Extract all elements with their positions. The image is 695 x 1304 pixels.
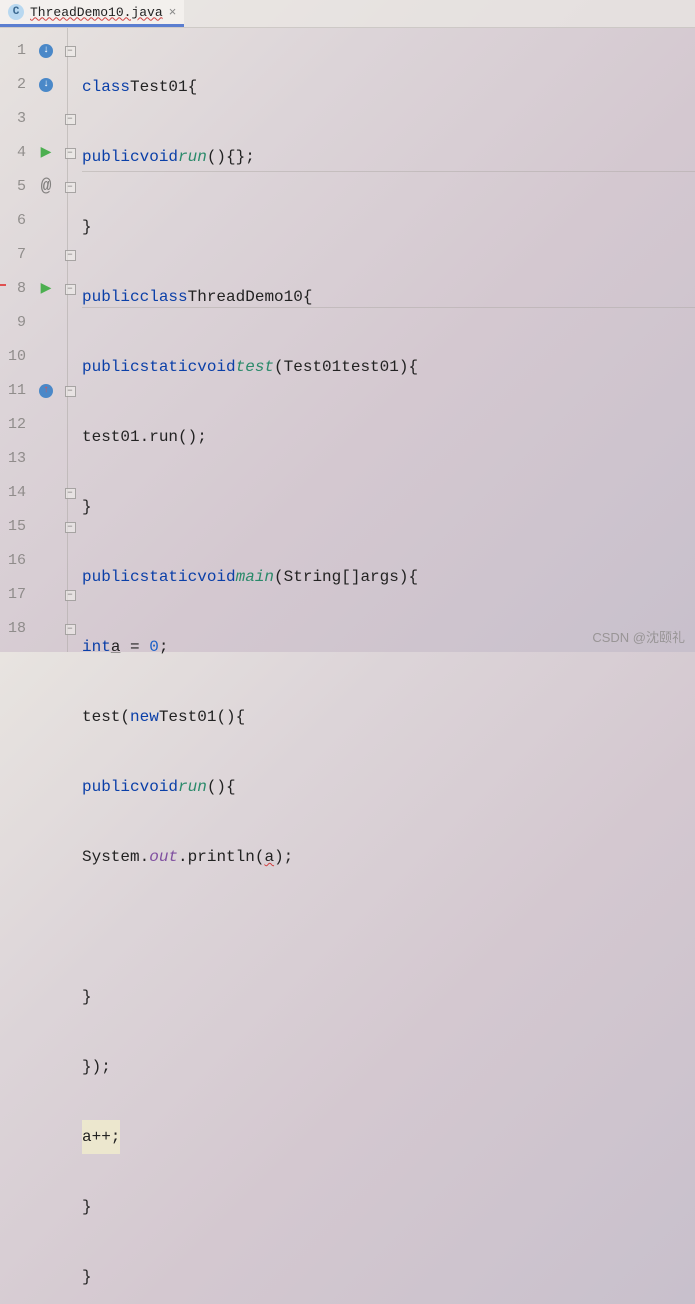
- code-line[interactable]: System.out.println(a);: [82, 840, 695, 874]
- line-number[interactable]: 11: [0, 374, 26, 408]
- code-line[interactable]: public static void test(Test01 test01) {: [82, 350, 695, 384]
- close-icon[interactable]: ×: [169, 5, 177, 20]
- code-line[interactable]: test(new Test01() {: [82, 700, 695, 734]
- line-number[interactable]: 13: [0, 442, 26, 476]
- fold-toggle-icon[interactable]: −: [65, 182, 76, 193]
- fold-toggle-icon[interactable]: −: [65, 624, 76, 635]
- fold-toggle-icon[interactable]: −: [65, 386, 76, 397]
- fold-toggle-icon[interactable]: −: [65, 488, 76, 499]
- line-number[interactable]: 15: [0, 510, 26, 544]
- code-line[interactable]: });: [82, 1050, 695, 1084]
- fold-toggle-icon[interactable]: −: [65, 114, 76, 125]
- override-down-icon[interactable]: [39, 44, 53, 58]
- override-up-icon[interactable]: [39, 384, 53, 398]
- code-line[interactable]: [82, 910, 695, 944]
- line-number[interactable]: 1: [0, 34, 26, 68]
- run-icon[interactable]: ▶: [41, 272, 52, 306]
- watermark: CSDN @沈颐礼: [592, 627, 685, 646]
- code-line[interactable]: test01.run();: [82, 420, 695, 454]
- line-number-gutter[interactable]: 1 2 3 4 5 6 7 8 9 10 11 12 13 14 15 16 1…: [0, 28, 34, 652]
- code-line[interactable]: public class ThreadDemo10 {: [82, 280, 695, 314]
- line-number[interactable]: 10: [0, 340, 26, 374]
- gutter-icons: ▶ @ ▶: [34, 28, 58, 652]
- line-number[interactable]: 5: [0, 170, 26, 204]
- line-number[interactable]: 4: [0, 136, 26, 170]
- code-line[interactable]: public static void main(String[] args) {: [82, 560, 695, 594]
- fold-gutter: − − − − − − − − − − −: [58, 28, 82, 652]
- fold-toggle-icon[interactable]: −: [65, 284, 76, 295]
- code-line[interactable]: a++;: [82, 1120, 695, 1154]
- code-editor[interactable]: 1 2 3 4 5 6 7 8 9 10 11 12 13 14 15 16 1…: [0, 28, 695, 652]
- code-line[interactable]: }: [82, 980, 695, 1014]
- line-number[interactable]: 18: [0, 612, 26, 646]
- line-number[interactable]: 9: [0, 306, 26, 340]
- tab-bar: C ThreadDemo10.java ×: [0, 0, 695, 28]
- error-stripe-marker[interactable]: [0, 284, 6, 286]
- code-area[interactable]: class Test01{ public void run(){}; } pub…: [82, 28, 695, 652]
- fold-toggle-icon[interactable]: −: [65, 590, 76, 601]
- fold-toggle-icon[interactable]: −: [65, 522, 76, 533]
- code-line[interactable]: }: [82, 1190, 695, 1224]
- code-line[interactable]: }: [82, 1260, 695, 1294]
- fold-toggle-icon[interactable]: −: [65, 148, 76, 159]
- line-number[interactable]: 14: [0, 476, 26, 510]
- line-number[interactable]: 6: [0, 204, 26, 238]
- code-line[interactable]: }: [82, 490, 695, 524]
- fold-toggle-icon[interactable]: −: [65, 46, 76, 57]
- line-number[interactable]: 7: [0, 238, 26, 272]
- fold-toggle-icon[interactable]: −: [65, 250, 76, 261]
- line-number[interactable]: 3: [0, 102, 26, 136]
- code-line[interactable]: public void run() {: [82, 770, 695, 804]
- line-number[interactable]: 16: [0, 544, 26, 578]
- code-line[interactable]: }: [82, 210, 695, 244]
- line-number[interactable]: 2: [0, 68, 26, 102]
- editor-tab[interactable]: C ThreadDemo10.java ×: [0, 0, 184, 27]
- code-line[interactable]: public void run(){};: [82, 140, 695, 174]
- line-number[interactable]: 12: [0, 408, 26, 442]
- line-number[interactable]: 17: [0, 578, 26, 612]
- recursive-icon[interactable]: @: [41, 170, 52, 204]
- java-class-icon: C: [8, 4, 24, 20]
- run-icon[interactable]: ▶: [41, 136, 52, 170]
- override-down-icon[interactable]: [39, 78, 53, 92]
- code-line[interactable]: class Test01{: [82, 70, 695, 104]
- tab-filename: ThreadDemo10.java: [30, 5, 163, 20]
- line-number[interactable]: 8: [0, 272, 26, 306]
